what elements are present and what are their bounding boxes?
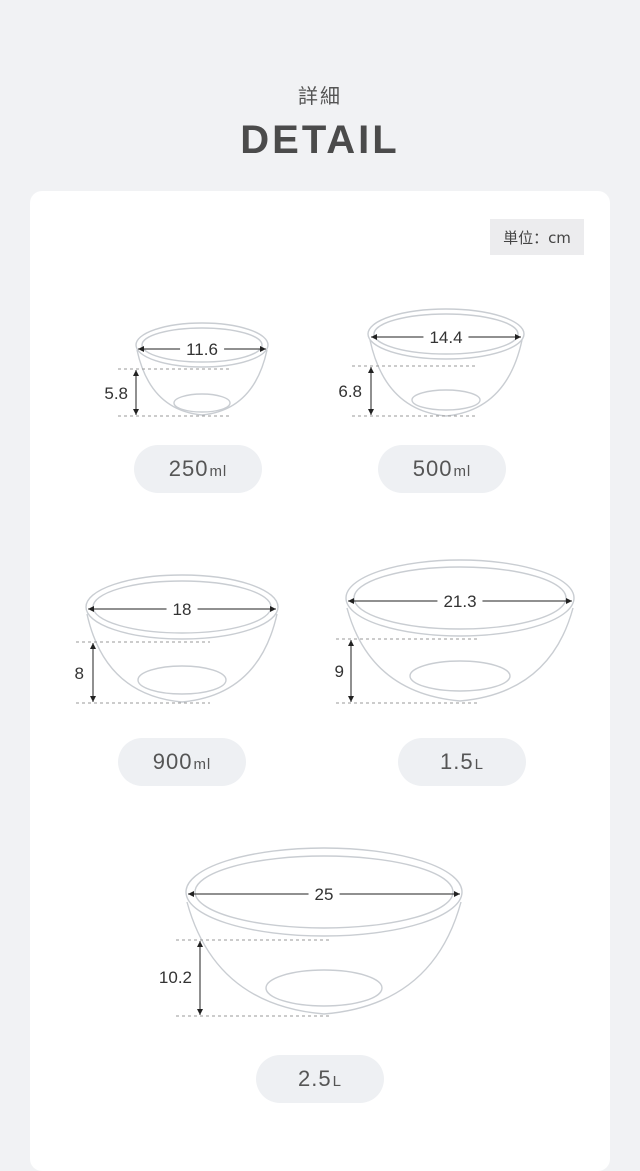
bowl-2-5l-drawing xyxy=(176,847,463,1017)
capacity-unit: L xyxy=(332,1072,342,1090)
bowl-2-5l-width-label: 25 xyxy=(308,885,340,905)
bowl-2-5l-height-label: 10.2 xyxy=(158,968,192,987)
capacity-value: 2.5 xyxy=(298,1066,332,1091)
capacity-badge-2-5l: 2.5 L xyxy=(256,1055,384,1103)
bowl-2-5l-illustration xyxy=(0,0,640,1140)
